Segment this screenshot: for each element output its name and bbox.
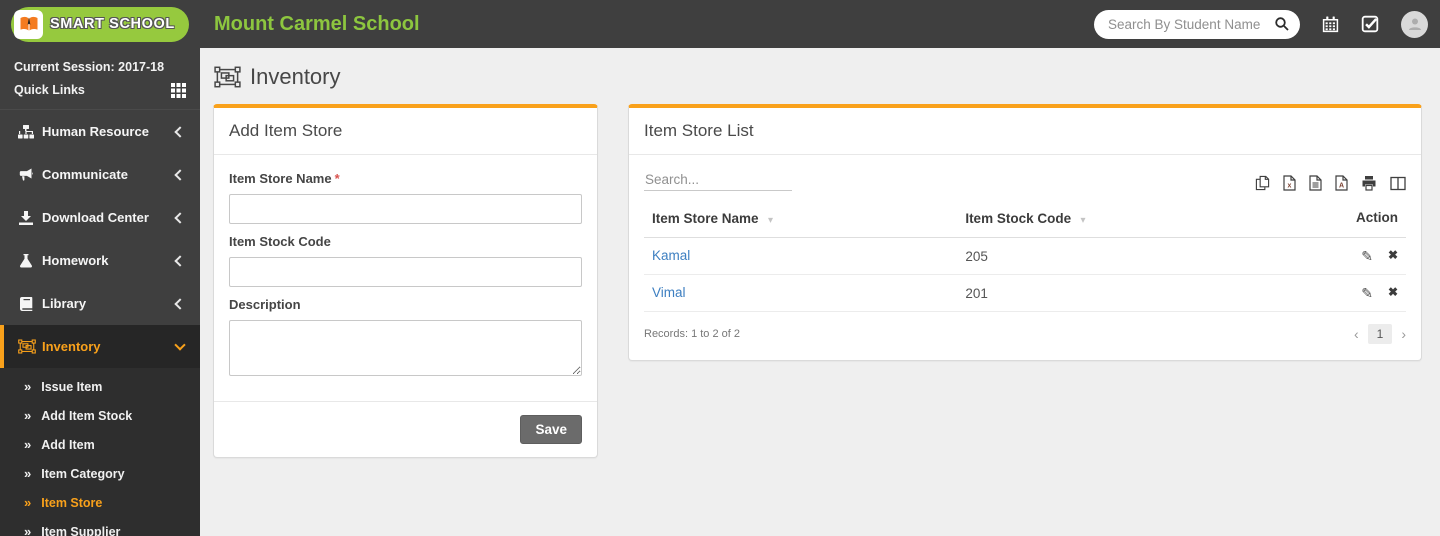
pdf-icon[interactable]: A [1335, 175, 1348, 191]
user-avatar[interactable] [1401, 10, 1428, 38]
logo[interactable]: SMART SCHOOL [0, 0, 200, 48]
item-store-name-input[interactable] [229, 194, 582, 224]
col-item-stock-code[interactable]: Item Stock Code [965, 211, 1071, 226]
item-stock-code-label: Item Stock Code [229, 234, 331, 249]
table-row: Vimal 201 ✎ ✖ [644, 275, 1406, 312]
submenu-item-add-item-stock[interactable]: » Add Item Stock [0, 401, 200, 430]
store-name-link[interactable]: Vimal [652, 285, 686, 300]
sidebar-item-homework[interactable]: Homework [0, 239, 200, 282]
double-angle-right-icon: » [24, 495, 32, 510]
description-textarea[interactable] [229, 320, 582, 376]
pagination: ‹ 1 › [1354, 324, 1406, 344]
delete-icon[interactable]: ✖ [1388, 285, 1398, 302]
sort-icon: ▾ [768, 215, 774, 226]
excel-icon[interactable]: x [1283, 175, 1296, 191]
csv-icon[interactable] [1309, 175, 1322, 191]
chevron-left-icon [174, 211, 186, 224]
object-group-icon [18, 339, 42, 354]
prev-page-icon[interactable]: ‹ [1354, 326, 1359, 342]
records-summary: Records: 1 to 2 of 2 [644, 328, 740, 340]
book-icon [18, 296, 42, 312]
chevron-down-icon [174, 338, 186, 351]
copy-icon[interactable] [1255, 175, 1270, 191]
sidebar: Current Session: 2017-18 Quick Links Hum… [0, 48, 200, 536]
sidebar-item-label: Download Center [42, 210, 149, 225]
col-action: Action [1356, 210, 1398, 225]
form-title: Add Item Store [229, 121, 343, 140]
main-content: Inventory Add Item Store Item Store Name… [200, 48, 1440, 536]
submenu-item-item-store[interactable]: » Item Store [0, 488, 200, 517]
list-search-input[interactable] [644, 169, 792, 191]
stock-code-value: 201 [965, 285, 988, 301]
next-page-icon[interactable]: › [1401, 326, 1406, 342]
sidebar-item-inventory[interactable]: Inventory [0, 325, 200, 368]
double-angle-right-icon: » [24, 524, 32, 536]
table-header: Item Store Name ▾ Item Stock Code ▾ Acti… [644, 204, 1406, 238]
chevron-left-icon [174, 168, 186, 181]
svg-text:x: x [1288, 183, 1292, 190]
sidebar-item-label: Inventory [42, 339, 101, 354]
edit-icon[interactable]: ✎ [1361, 285, 1373, 302]
calendar-icon[interactable] [1322, 16, 1339, 33]
chevron-left-icon [174, 297, 186, 310]
download-icon [18, 210, 42, 226]
sidebar-item-human-resource[interactable]: Human Resource [0, 110, 200, 153]
current-session-label: Current Session: 2017-18 [14, 60, 165, 74]
required-marker: * [334, 171, 340, 186]
add-item-store-panel: Add Item Store Item Store Name * Item Sto… [213, 104, 598, 458]
item-store-name-label: Item Store Name * [229, 171, 340, 186]
sidebar-item-download-center[interactable]: Download Center [0, 196, 200, 239]
print-icon[interactable] [1361, 175, 1377, 191]
sidebar-item-label: Library [42, 296, 87, 311]
search-icon[interactable] [1274, 16, 1290, 32]
delete-icon[interactable]: ✖ [1388, 248, 1398, 265]
quick-links-label: Quick Links [14, 83, 85, 97]
double-angle-right-icon: » [24, 408, 32, 423]
sidebar-item-label: Homework [42, 253, 109, 268]
grid-icon[interactable] [171, 82, 186, 98]
logo-pill: SMART SCHOOL [11, 6, 189, 42]
sitemap-icon [18, 124, 42, 140]
item-store-list-panel: Item Store List Search... x A Item Store… [628, 104, 1422, 361]
double-angle-right-icon: » [24, 437, 32, 452]
sort-icon: ▾ [1080, 215, 1086, 226]
task-check-icon[interactable] [1361, 15, 1379, 33]
sidebar-item-communicate[interactable]: Communicate [0, 153, 200, 196]
open-book-icon [14, 9, 43, 39]
submenu-item-item-supplier[interactable]: » Item Supplier [0, 517, 200, 536]
submenu-item-add-item[interactable]: » Add Item [0, 430, 200, 459]
stock-code-value: 205 [965, 248, 988, 264]
chevron-left-icon [174, 254, 186, 267]
col-item-store-name[interactable]: Item Store Name [652, 211, 759, 226]
sidebar-item-label: Communicate [42, 167, 128, 182]
store-name-link[interactable]: Kamal [652, 248, 690, 263]
double-angle-right-icon: » [24, 466, 32, 481]
save-button[interactable]: Save [520, 415, 582, 444]
page-title: Inventory [250, 64, 341, 89]
submenu-item-item-category[interactable]: » Item Category [0, 459, 200, 488]
logo-text: SMART SCHOOL [50, 16, 175, 32]
page-number[interactable]: 1 [1367, 324, 1393, 344]
item-stock-code-input[interactable] [229, 257, 582, 287]
submenu-item-issue-item[interactable]: » Issue Item [0, 372, 200, 401]
sidebar-item-label: Human Resource [42, 124, 149, 139]
sidebar-item-library[interactable]: Library [0, 282, 200, 325]
top-header: SMART SCHOOL Mount Carmel School [0, 0, 1440, 48]
student-search-input[interactable] [1108, 16, 1274, 32]
list-title: Item Store List [644, 121, 754, 140]
school-name: Mount Carmel School [214, 12, 420, 35]
flask-icon [18, 253, 42, 269]
description-label: Description [229, 297, 301, 312]
bullhorn-icon [18, 167, 42, 183]
svg-text:A: A [1339, 183, 1344, 190]
double-angle-right-icon: » [24, 379, 32, 394]
edit-icon[interactable]: ✎ [1361, 248, 1373, 265]
student-search-box [1094, 9, 1300, 39]
inventory-submenu: » Issue Item » Add Item Stock » Add Item… [0, 368, 200, 536]
object-group-icon [214, 66, 241, 88]
columns-icon[interactable] [1390, 176, 1406, 191]
chevron-left-icon [174, 125, 186, 138]
table-row: Kamal 205 ✎ ✖ [644, 238, 1406, 275]
